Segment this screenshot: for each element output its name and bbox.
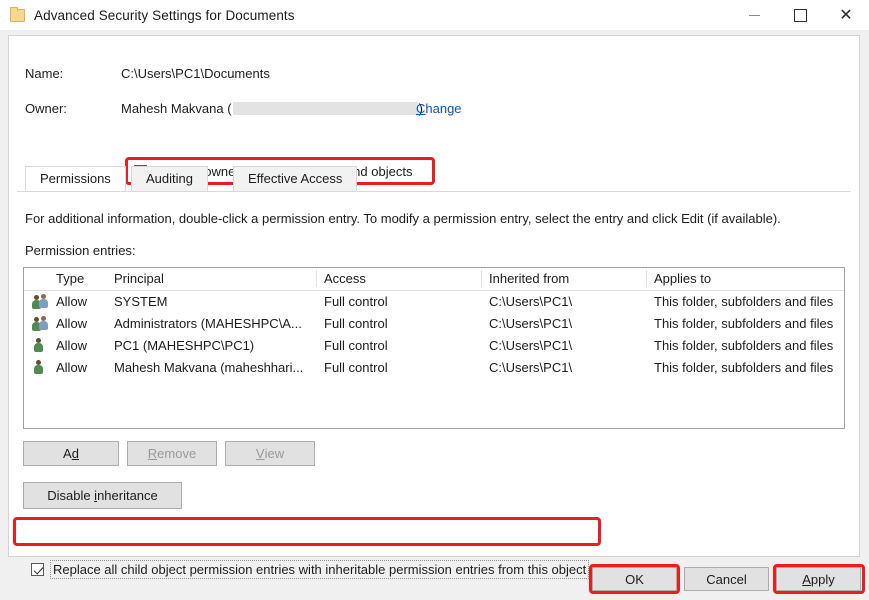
disable-inheritance-button[interactable]: Disable inheritance	[23, 482, 182, 509]
tab-effective-access[interactable]: Effective Access	[233, 166, 357, 191]
tab-permissions[interactable]: Permissions	[25, 166, 126, 191]
column-separator	[646, 270, 647, 287]
cell-inherited-from: C:\Users\PC1\	[489, 360, 572, 375]
remove-button[interactable]: Remove	[127, 441, 217, 466]
view-accel: V	[256, 446, 265, 461]
cell-applies-to: This folder, subfolders and files	[654, 338, 833, 353]
change-owner-link[interactable]: Change	[416, 101, 462, 116]
tab-strip: Permissions Auditing Effective Access	[17, 166, 851, 192]
cell-applies-to: This folder, subfolders and files	[654, 360, 833, 375]
cell-inherited-from: C:\Users\PC1\	[489, 316, 572, 331]
owner-value: Mahesh Makvana ()	[121, 101, 423, 116]
user-icon	[32, 360, 50, 375]
cell-type: Allow	[56, 338, 87, 353]
window-title: Advanced Security Settings for Documents	[34, 8, 295, 23]
list-header: Type Principal Access Inherited from App…	[24, 268, 844, 291]
user-icon	[32, 338, 50, 353]
change-link-accel: C	[416, 101, 425, 116]
checkbox-box[interactable]	[31, 563, 44, 576]
column-separator	[481, 270, 482, 287]
minimize-button[interactable]	[731, 0, 777, 30]
cell-access: Full control	[324, 338, 388, 353]
change-link-rest: hange	[425, 101, 461, 116]
owner-redacted-bar	[233, 102, 418, 115]
cell-principal: PC1 (MAHESHPC\PC1)	[114, 338, 254, 353]
close-icon[interactable]: ✕	[823, 0, 869, 30]
cell-applies-to: This folder, subfolders and files	[654, 294, 833, 309]
add-button[interactable]: Ad	[23, 441, 119, 466]
table-row[interactable]: Allow Administrators (MAHESHPC\A... Full…	[24, 313, 844, 335]
column-header-applies-to[interactable]: Applies to	[654, 271, 711, 286]
disable-label-pre: Disable	[47, 488, 94, 503]
cell-applies-to: This folder, subfolders and files	[654, 316, 833, 331]
permission-entries-list[interactable]: Type Principal Access Inherited from App…	[23, 267, 845, 429]
ok-button[interactable]: OK	[592, 567, 677, 591]
column-header-type[interactable]: Type	[56, 271, 84, 286]
group-icon	[32, 294, 50, 309]
replace-child-label: Replace all child object permission entr…	[50, 560, 589, 579]
column-header-inherited-from[interactable]: Inherited from	[489, 271, 569, 286]
cell-access: Full control	[324, 360, 388, 375]
column-header-principal[interactable]: Principal	[114, 271, 164, 286]
cell-principal: Administrators (MAHESHPC\A...	[114, 316, 302, 331]
window-controls: ✕	[731, 0, 869, 30]
cell-principal: Mahesh Makvana (maheshhari...	[114, 360, 303, 375]
cell-type: Allow	[56, 360, 87, 375]
owner-label: Owner:	[25, 101, 67, 116]
replace-child-permissions-checkbox[interactable]: Replace all child object permission entr…	[31, 560, 589, 579]
name-value: C:\Users\PC1\Documents	[121, 66, 270, 81]
column-header-access[interactable]: Access	[324, 271, 366, 286]
cell-access: Full control	[324, 294, 388, 309]
remove-accel: R	[148, 446, 157, 461]
cell-type: Allow	[56, 294, 87, 309]
cell-inherited-from: C:\Users\PC1\	[489, 338, 572, 353]
owner-name-text: Mahesh Makvana (	[121, 101, 232, 116]
disable-label-rest: nheritance	[97, 488, 158, 503]
maximize-button[interactable]	[777, 0, 823, 30]
apply-button[interactable]: Apply	[776, 567, 861, 591]
cell-principal: SYSTEM	[114, 294, 167, 309]
group-icon	[32, 316, 50, 331]
table-row[interactable]: Allow Mahesh Makvana (maheshhari... Full…	[24, 357, 844, 379]
title-bar: Advanced Security Settings for Documents…	[0, 0, 869, 30]
column-separator	[316, 270, 317, 287]
permission-entries-label: Permission entries:	[25, 243, 136, 258]
apply-accel: A	[802, 572, 811, 587]
add-accel: d	[72, 446, 79, 461]
folder-icon	[9, 7, 25, 23]
name-label: Name:	[25, 66, 63, 81]
table-row[interactable]: Allow SYSTEM Full control C:\Users\PC1\ …	[24, 291, 844, 313]
tab-auditing[interactable]: Auditing	[131, 166, 208, 191]
add-label-pre: A	[63, 446, 72, 461]
apply-label-rest: pply	[811, 572, 835, 587]
table-row[interactable]: Allow PC1 (MAHESHPC\PC1) Full control C:…	[24, 335, 844, 357]
view-button[interactable]: View	[225, 441, 315, 466]
cell-inherited-from: C:\Users\PC1\	[489, 294, 572, 309]
dialog-content: Name: C:\Users\PC1\Documents Owner: Mahe…	[8, 35, 860, 557]
cancel-button[interactable]: Cancel	[684, 567, 769, 591]
remove-label-rest: emove	[157, 446, 196, 461]
cell-access: Full control	[324, 316, 388, 331]
view-label-rest: iew	[265, 446, 285, 461]
info-text: For additional information, double-click…	[25, 211, 781, 226]
cell-type: Allow	[56, 316, 87, 331]
